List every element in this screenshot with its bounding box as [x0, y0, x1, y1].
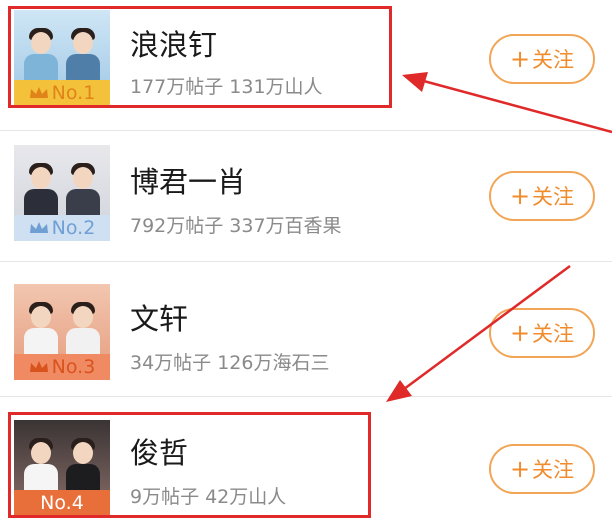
- divider: [0, 396, 612, 397]
- plus-icon: +: [509, 455, 531, 483]
- follow-button[interactable]: + 关注: [489, 308, 595, 358]
- follow-button[interactable]: + 关注: [489, 34, 595, 84]
- post-count: 34万帖子: [130, 352, 212, 374]
- rank-badge: No.1: [14, 80, 110, 106]
- topic-avatar[interactable]: No.4: [14, 420, 110, 516]
- rank-label: No.3: [51, 356, 96, 378]
- follow-button[interactable]: + 关注: [489, 444, 595, 494]
- follow-label: 关注: [532, 48, 575, 72]
- list-item[interactable]: No.3 文轩 34万帖子 126万海石三 + 关注: [0, 266, 612, 397]
- plus-icon: +: [509, 45, 531, 73]
- topic-stats: 177万帖子 131万山人: [130, 72, 323, 99]
- post-count: 9万帖子: [130, 486, 200, 508]
- divider: [0, 261, 612, 262]
- rank-label: No.2: [51, 217, 96, 239]
- plus-icon: +: [509, 319, 531, 347]
- super-topic-ranking-list: No.1 浪浪钉 177万帖子 131万山人 + 关注 No.2 博君一肖 79…: [0, 0, 612, 522]
- post-count: 177万帖子: [130, 76, 224, 98]
- follow-label: 关注: [532, 185, 575, 209]
- plus-icon: +: [509, 182, 531, 210]
- rank-badge: No.4: [14, 490, 110, 516]
- topic-name[interactable]: 博君一肖: [130, 159, 246, 201]
- topic-avatar[interactable]: No.2: [14, 145, 110, 241]
- follow-label: 关注: [532, 322, 575, 346]
- topic-name[interactable]: 俊哲: [130, 430, 188, 472]
- follower-count: 337万百香果: [229, 215, 342, 237]
- follower-count: 126万海石三: [217, 352, 330, 374]
- list-item[interactable]: No.1 浪浪钉 177万帖子 131万山人 + 关注: [0, 0, 612, 131]
- crown-icon: [29, 361, 48, 372]
- rank-badge: No.2: [14, 215, 110, 241]
- follower-count: 42万山人: [205, 486, 287, 508]
- follow-label: 关注: [532, 458, 575, 482]
- topic-stats: 9万帖子 42万山人: [130, 482, 286, 509]
- follower-count: 131万山人: [229, 76, 323, 98]
- rank-label: No.4: [40, 492, 84, 514]
- topic-avatar[interactable]: No.3: [14, 284, 110, 380]
- rank-label: No.1: [51, 82, 96, 104]
- post-count: 792万帖子: [130, 215, 224, 237]
- crown-icon: [29, 222, 48, 233]
- follow-button[interactable]: + 关注: [489, 171, 595, 221]
- topic-stats: 792万帖子 337万百香果: [130, 211, 342, 238]
- rank-badge: No.3: [14, 354, 110, 380]
- list-item[interactable]: No.2 博君一肖 792万帖子 337万百香果 + 关注: [0, 131, 612, 262]
- topic-stats: 34万帖子 126万海石三: [130, 348, 329, 375]
- topic-avatar[interactable]: No.1: [14, 10, 110, 106]
- topic-name[interactable]: 文轩: [130, 296, 188, 338]
- topic-name[interactable]: 浪浪钉: [130, 22, 217, 64]
- crown-icon: [29, 87, 48, 98]
- list-item[interactable]: No.4 俊哲 9万帖子 42万山人 + 关注: [0, 400, 612, 522]
